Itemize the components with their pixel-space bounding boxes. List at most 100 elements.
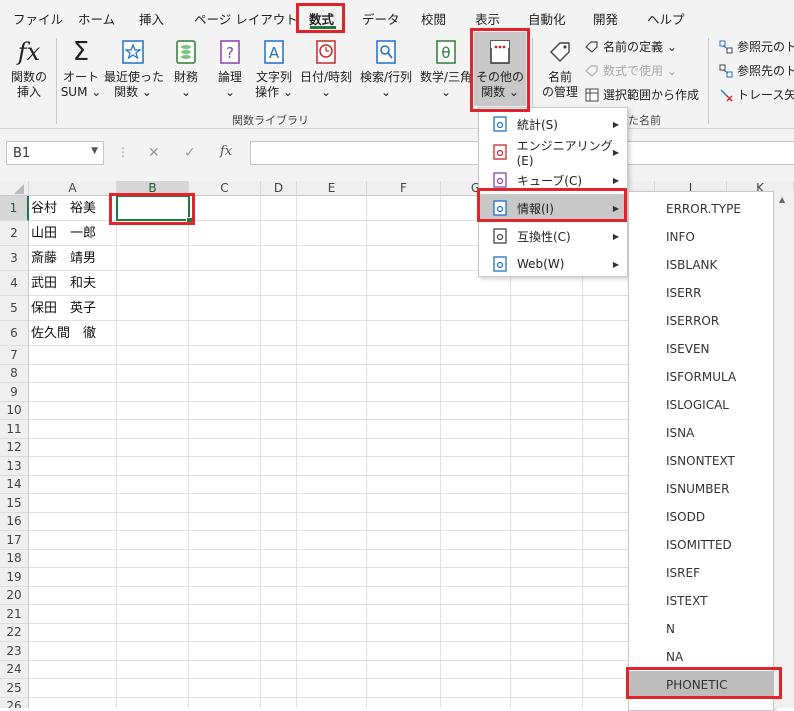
menu-item-0[interactable]: 統計(S) ▶ [479,110,627,138]
row-header-18[interactable]: 18 [0,549,29,568]
cell[interactable] [441,364,511,383]
cell[interactable] [117,401,189,420]
function-item-istext[interactable]: ISTEXT [629,587,775,615]
row-header-26[interactable]: 26 [0,697,29,708]
cell[interactable] [117,549,189,568]
cell[interactable] [367,568,441,587]
cell[interactable] [261,346,297,365]
row-header-25[interactable]: 25 [0,679,29,698]
tab-0[interactable]: ファイル [13,9,63,28]
cell[interactable] [261,642,297,661]
cell[interactable] [367,660,441,679]
cell[interactable] [297,420,367,439]
cell[interactable] [29,420,117,439]
cell[interactable] [261,196,297,221]
remove-arrows-button[interactable]: トレース矢印 [718,86,794,103]
cell[interactable] [189,568,261,587]
cell[interactable] [441,512,511,531]
cell[interactable] [261,457,297,476]
function-item-info[interactable]: INFO [629,223,775,251]
cell[interactable] [297,296,367,321]
cell[interactable] [367,605,441,624]
cell[interactable] [261,660,297,679]
cell[interactable] [261,420,297,439]
function-item-isnontext[interactable]: ISNONTEXT [629,447,775,475]
cell[interactable] [367,271,441,296]
cell[interactable] [511,296,583,321]
cell[interactable] [29,457,117,476]
cell[interactable] [189,438,261,457]
cell[interactable] [367,475,441,494]
cell-a4[interactable]: 武田 和夫 [29,271,117,296]
cell[interactable] [117,420,189,439]
tab-10[interactable]: ヘルプ [647,9,685,28]
function-item-isomitted[interactable]: ISOMITTED [629,531,775,559]
cell[interactable] [367,420,441,439]
cell[interactable] [189,221,261,246]
cell[interactable] [261,605,297,624]
cell[interactable] [441,401,511,420]
cell[interactable] [117,605,189,624]
cell[interactable] [189,457,261,476]
cell[interactable] [29,549,117,568]
fill-handle[interactable] [186,217,193,224]
cell[interactable] [189,494,261,513]
cell[interactable] [261,512,297,531]
cell[interactable] [367,457,441,476]
function-item-na[interactable]: NA [629,643,775,671]
cell[interactable] [367,364,441,383]
cell[interactable] [441,321,511,346]
row-header-21[interactable]: 21 [0,605,29,624]
cell[interactable] [29,438,117,457]
cell[interactable] [189,401,261,420]
cancel-icon[interactable]: ✕ [148,145,160,161]
function-item-iserr[interactable]: ISERR [629,279,775,307]
function-item-isformula[interactable]: ISFORMULA [629,363,775,391]
cell[interactable] [297,246,367,271]
cell[interactable] [117,531,189,550]
cell[interactable] [511,623,583,642]
cell[interactable] [441,383,511,402]
cell[interactable] [297,605,367,624]
cell[interactable] [261,531,297,550]
tab-9[interactable]: 開発 [593,9,618,28]
define-name-button[interactable]: 名前の定義 ⌄ [584,38,677,55]
cell[interactable] [441,586,511,605]
cell[interactable] [189,549,261,568]
row-header-13[interactable]: 13 [0,457,29,476]
cell[interactable] [297,457,367,476]
cell[interactable] [261,475,297,494]
cell[interactable] [297,568,367,587]
cell[interactable] [261,586,297,605]
cell[interactable] [189,660,261,679]
cell[interactable] [189,383,261,402]
cell[interactable] [367,401,441,420]
cell[interactable] [367,296,441,321]
cell[interactable] [117,568,189,587]
cell[interactable] [511,457,583,476]
cell[interactable] [297,623,367,642]
row-header-5[interactable]: 5 [0,296,29,321]
lookup-button[interactable]: 検索/行列 ⌄ [356,36,416,100]
cell[interactable] [117,221,189,246]
tab-6[interactable]: 校閲 [421,9,446,28]
cell[interactable] [29,494,117,513]
function-item-isnumber[interactable]: ISNUMBER [629,475,775,503]
function-item-islogical[interactable]: ISLOGICAL [629,391,775,419]
cell[interactable] [29,660,117,679]
cell[interactable] [297,586,367,605]
cell[interactable] [117,586,189,605]
cell[interactable] [511,364,583,383]
scroll-up-icon[interactable]: ▲ [779,195,785,204]
menu-item-5[interactable]: Web(W) ▶ [479,250,627,278]
cell[interactable] [261,697,297,708]
column-header-C[interactable]: C [189,181,261,196]
cell[interactable] [117,383,189,402]
row-header-20[interactable]: 20 [0,586,29,605]
row-header-22[interactable]: 22 [0,623,29,642]
cell[interactable] [189,420,261,439]
function-item-iserror[interactable]: ISERROR [629,307,775,335]
enter-icon[interactable]: ✓ [184,145,196,161]
datetime-button[interactable]: 日付/時刻 ⌄ [298,36,354,100]
cell[interactable] [511,605,583,624]
